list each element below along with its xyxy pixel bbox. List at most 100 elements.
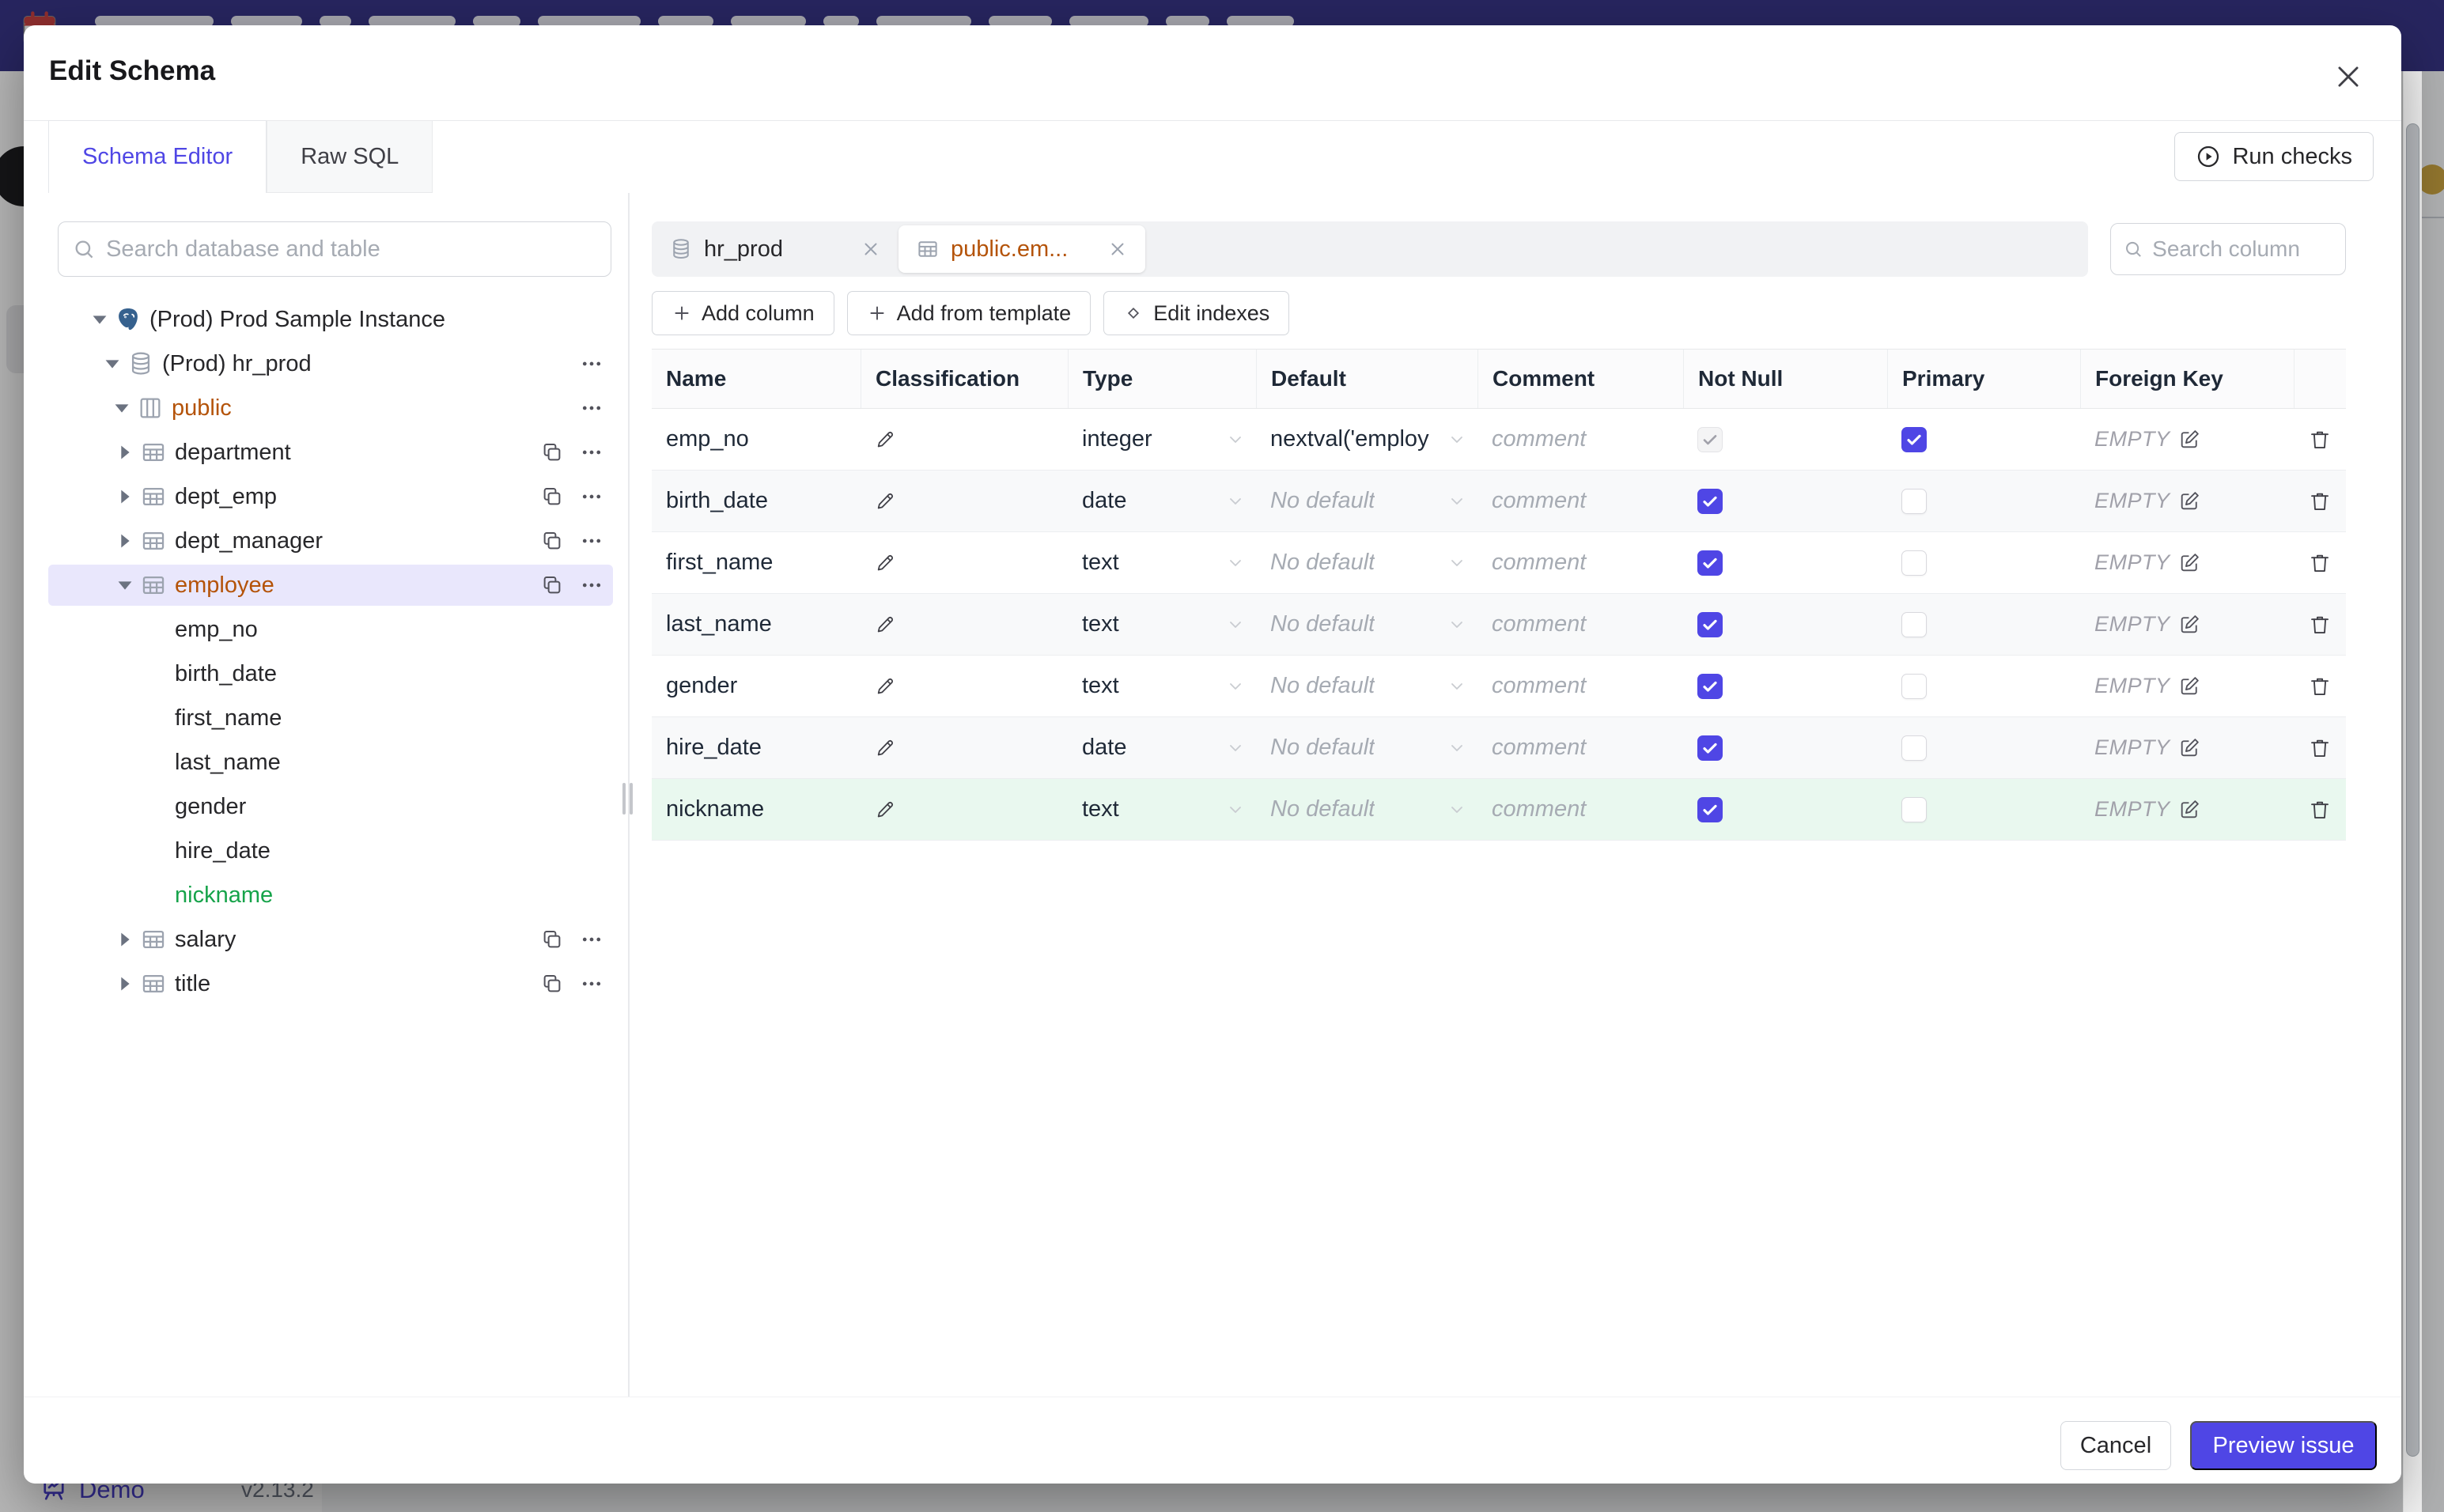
not-null-checkbox[interactable] bbox=[1697, 796, 1723, 822]
not-null-checkbox[interactable] bbox=[1697, 550, 1723, 576]
caret-right-icon[interactable] bbox=[113, 485, 137, 508]
tree-item-nickname[interactable]: nickname bbox=[48, 875, 613, 916]
edit-foreign-key-icon[interactable] bbox=[2178, 614, 2200, 636]
edit-foreign-key-icon[interactable] bbox=[2178, 799, 2200, 821]
tree-item-hire_date[interactable]: hire_date bbox=[48, 830, 613, 871]
editor-tab-public-em-[interactable]: public.em... bbox=[899, 225, 1145, 273]
primary-checkbox[interactable] bbox=[1901, 673, 1927, 699]
trash-icon[interactable] bbox=[2308, 798, 2332, 822]
trash-icon[interactable] bbox=[2308, 428, 2332, 452]
ellipsis-menu-icon[interactable] bbox=[580, 352, 603, 376]
button-add-column[interactable]: Add column bbox=[652, 291, 834, 335]
cell-default[interactable]: No default bbox=[1256, 532, 1477, 593]
chevron-down-icon[interactable] bbox=[1447, 554, 1466, 573]
caret-right-icon[interactable] bbox=[113, 440, 137, 464]
cell-default[interactable]: No default bbox=[1256, 594, 1477, 655]
edit-foreign-key-icon[interactable] bbox=[2178, 490, 2200, 512]
chevron-down-icon[interactable] bbox=[1226, 615, 1245, 634]
database-search-input[interactable] bbox=[106, 236, 596, 263]
not-null-checkbox[interactable] bbox=[1697, 488, 1723, 514]
column-search-input[interactable] bbox=[2152, 236, 2332, 262]
ellipsis-menu-icon[interactable] bbox=[580, 396, 603, 420]
trash-icon[interactable] bbox=[2308, 490, 2332, 513]
tree-item-employee[interactable]: employee bbox=[48, 565, 613, 606]
cell-comment[interactable]: comment bbox=[1477, 717, 1683, 778]
chevron-down-icon[interactable] bbox=[1226, 800, 1245, 819]
cell-default[interactable]: No default bbox=[1256, 656, 1477, 716]
caret-right-icon[interactable] bbox=[113, 928, 137, 951]
edit-foreign-key-icon[interactable] bbox=[2178, 429, 2200, 451]
tree-item-gender[interactable]: gender bbox=[48, 786, 613, 827]
cell-comment[interactable]: comment bbox=[1477, 471, 1683, 531]
edit-foreign-key-icon[interactable] bbox=[2178, 737, 2200, 759]
tree-item-last_name[interactable]: last_name bbox=[48, 742, 613, 783]
cell-default[interactable]: nextval('employ bbox=[1256, 409, 1477, 470]
cell-default[interactable]: No default bbox=[1256, 717, 1477, 778]
primary-checkbox[interactable] bbox=[1901, 426, 1927, 452]
close-tab-icon[interactable] bbox=[1107, 239, 1128, 259]
not-null-checkbox[interactable] bbox=[1697, 735, 1723, 761]
cell-name[interactable]: gender bbox=[652, 656, 861, 716]
caret-right-icon[interactable] bbox=[113, 529, 137, 553]
cell-type[interactable]: date bbox=[1068, 471, 1256, 531]
cell-name[interactable]: hire_date bbox=[652, 717, 861, 778]
chevron-down-icon[interactable] bbox=[1226, 430, 1245, 449]
close-icon[interactable] bbox=[2333, 62, 2363, 92]
cell-default[interactable]: No default bbox=[1256, 471, 1477, 531]
tree-item-public[interactable]: public bbox=[48, 387, 613, 429]
tab-raw-sql[interactable]: Raw SQL bbox=[267, 120, 433, 193]
tree-item-first_name[interactable]: first_name bbox=[48, 697, 613, 739]
trash-icon[interactable] bbox=[2308, 551, 2332, 575]
ellipsis-menu-icon[interactable] bbox=[580, 928, 603, 951]
pencil-icon[interactable] bbox=[875, 429, 897, 451]
tree-item-dept_manager[interactable]: dept_manager bbox=[48, 520, 613, 561]
chevron-down-icon[interactable] bbox=[1226, 492, 1245, 511]
close-tab-icon[interactable] bbox=[861, 239, 881, 259]
page-scrollbar[interactable] bbox=[2403, 71, 2422, 1512]
copy-icon[interactable] bbox=[540, 485, 564, 508]
cancel-button[interactable]: Cancel bbox=[2060, 1421, 2171, 1470]
not-null-checkbox[interactable] bbox=[1697, 611, 1723, 637]
chevron-down-icon[interactable] bbox=[1226, 739, 1245, 758]
cell-comment[interactable]: comment bbox=[1477, 409, 1683, 470]
copy-icon[interactable] bbox=[540, 573, 564, 597]
button-edit-indexes[interactable]: Edit indexes bbox=[1103, 291, 1290, 335]
primary-checkbox[interactable] bbox=[1901, 488, 1927, 514]
copy-icon[interactable] bbox=[540, 529, 564, 553]
chevron-down-icon[interactable] bbox=[1447, 800, 1466, 819]
copy-icon[interactable] bbox=[540, 972, 564, 996]
ellipsis-menu-icon[interactable] bbox=[580, 972, 603, 996]
cell-name[interactable]: nickname bbox=[652, 779, 861, 840]
caret-down-icon[interactable] bbox=[100, 352, 124, 376]
pencil-icon[interactable] bbox=[875, 614, 897, 636]
cell-name[interactable]: emp_no bbox=[652, 409, 861, 470]
primary-checkbox[interactable] bbox=[1901, 735, 1927, 761]
cell-default[interactable]: No default bbox=[1256, 779, 1477, 840]
cell-type[interactable]: integer bbox=[1068, 409, 1256, 470]
cell-type[interactable]: text bbox=[1068, 656, 1256, 716]
primary-checkbox[interactable] bbox=[1901, 611, 1927, 637]
tree-item--prod-hr_prod[interactable]: (Prod) hr_prod bbox=[48, 343, 613, 384]
pencil-icon[interactable] bbox=[875, 799, 897, 821]
scrollbar-thumb[interactable] bbox=[2406, 123, 2419, 1457]
cell-type[interactable]: text bbox=[1068, 594, 1256, 655]
chevron-down-icon[interactable] bbox=[1447, 615, 1466, 634]
preview-issue-button[interactable]: Preview issue bbox=[2190, 1421, 2377, 1470]
cell-type[interactable]: text bbox=[1068, 779, 1256, 840]
chevron-down-icon[interactable] bbox=[1226, 554, 1245, 573]
button-add-from-template[interactable]: Add from template bbox=[846, 291, 1091, 335]
cell-type[interactable]: date bbox=[1068, 717, 1256, 778]
ellipsis-menu-icon[interactable] bbox=[580, 529, 603, 553]
trash-icon[interactable] bbox=[2308, 675, 2332, 698]
caret-down-icon[interactable] bbox=[88, 308, 112, 331]
chevron-down-icon[interactable] bbox=[1447, 739, 1466, 758]
cell-name[interactable]: first_name bbox=[652, 532, 861, 593]
tree-item-dept_emp[interactable]: dept_emp bbox=[48, 476, 613, 517]
cell-comment[interactable]: comment bbox=[1477, 594, 1683, 655]
chevron-down-icon[interactable] bbox=[1447, 677, 1466, 696]
pencil-icon[interactable] bbox=[875, 552, 897, 574]
panel-resize-handle[interactable] bbox=[622, 783, 633, 815]
tree-item--prod-prod-sample-instance[interactable]: (Prod) Prod Sample Instance bbox=[48, 299, 613, 340]
tab-schema-editor[interactable]: Schema Editor bbox=[48, 120, 267, 193]
copy-icon[interactable] bbox=[540, 928, 564, 951]
